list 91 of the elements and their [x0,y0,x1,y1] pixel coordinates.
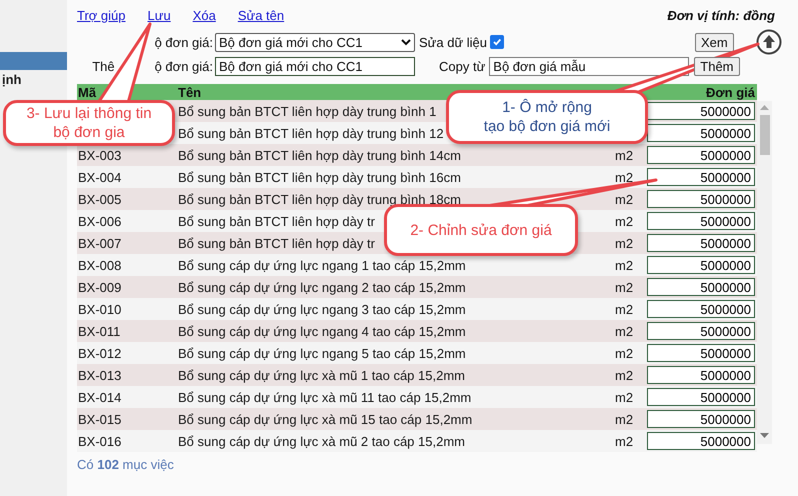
table-cell: Bổ sung cáp dự ứng lực ngang 3 tao cáp 15,2mm [177,302,466,316]
table-cell: Bổ sung bản BTCT liên hợp dày tr [177,236,375,250]
arrow-up-circle-icon[interactable] [756,29,782,55]
table-cell-text: m2 [614,148,634,162]
price-input[interactable]: 5000000 [647,366,755,384]
table-cell-text: m2 [614,170,634,184]
item-count: Có 102 mục việc [77,457,175,472]
table-cell: Bổ sung bản BTCT liên hợp dày trung bình 14cm [177,148,461,162]
toolbar-link[interactable]: Trợ giúp [77,8,126,22]
price-input[interactable]: 5000000 [647,212,755,230]
table-cell: BX-009 [77,280,122,294]
toolbar-link[interactable]: Sửa tên [238,8,284,22]
table-cell: Bổ sung cáp dự ứng lực xà mũ 1 tao cáp 15,2mm [177,368,465,382]
table-cell-text: m2 [614,192,634,206]
table-cell-text: m2 [614,214,634,228]
table-cell: BX-016 [77,434,122,448]
table-cell: Bổ sung bản BTCT liên hợp dày tr [177,214,375,228]
scroll-down-icon[interactable] [760,433,769,438]
callout: 2- Chỉnh sửa đơn giá [384,204,578,256]
table-cell-text: m2 [614,412,634,426]
table-cell: BX-015 [77,412,122,426]
price-input[interactable]: 5000000 [647,432,755,450]
callout: 3- Lưu lại thông tin bộ đơn gia [3,100,175,146]
table-cell: Bổ sung cáp dự ứng lực xà mũ 11 tao cáp 15,2mm [177,390,472,404]
price-input[interactable]: 5000000 [647,190,755,208]
price-input[interactable]: 5000000 [647,278,755,296]
table-cell: Bổ sung bản BTCT liên hợp dày trung bình 1 [177,104,436,118]
table-cell-text: m2 [614,258,634,272]
copy-from-input[interactable]: Bộ đơn giá mẫu [489,56,690,76]
field-label: Copy từ [439,58,486,74]
price-input[interactable]: 5000000 [647,146,755,164]
view-button[interactable]: Xem [695,32,734,52]
checkbox-label: Sửa dữ liệu [419,34,487,50]
table-cell-text: m2 [614,280,634,294]
table-cell: BX-007 [77,236,122,250]
table-cell: Bổ sung bản BTCT liên hợp dày trung bình 18cm [177,192,461,206]
price-input[interactable]: 5000000 [647,234,755,252]
toolbar-link[interactable]: Xóa [192,8,216,22]
price-input[interactable]: 5000000 [647,256,755,274]
price-set-select[interactable]: Bộ đơn giá mới cho CC1 [215,32,415,52]
table-cell: Bổ sung cáp dự ứng lực ngang 2 tao cáp 15,2mm [177,280,466,294]
table-cell: BX-012 [77,346,122,360]
price-input[interactable]: 5000000 [647,322,755,340]
table-cell: BX-004 [77,170,122,184]
table-cell-text: m2 [614,324,634,338]
new-set-input[interactable]: Bộ đơn giá mới cho CC1 [215,56,415,76]
column-header: Mã [77,84,96,100]
toolbar-link[interactable]: Lưu [148,8,171,22]
table-cell: BX-003 [77,148,122,162]
price-input[interactable]: 5000000 [647,344,755,362]
table-cell-text: m2 [614,390,634,404]
price-input[interactable]: 5000000 [647,300,755,318]
table-cell: BX-013 [77,368,122,382]
table-cell-text: m2 [614,236,634,250]
table-cell-text: m2 [614,368,634,382]
checkmark-icon [492,37,502,47]
callout: 1- Ô mở rộng tạo bộ đơn giá mới [446,90,648,144]
table-cell: Bổ sung bản BTCT liên hợp dày trung bình 16cm [177,170,461,184]
chevron-down-icon [401,38,411,46]
unit-note: Đơn vị tính: đồng [667,8,775,22]
table-cell: Bổ sung cáp dự ứng lực ngang 4 tao cáp 15,2mm [177,324,466,338]
price-input[interactable]: 5000000 [647,124,755,142]
table-cell: Bổ sung cáp dự ứng lực ngang 5 tao cáp 15,2mm [177,346,466,360]
table-cell: BX-005 [77,192,122,206]
field-label: ộ đơn giá: [154,34,213,50]
table-cell: BX-006 [77,214,122,228]
edit-checkbox[interactable] [490,35,504,49]
scrollbar[interactable] [757,101,772,444]
price-input[interactable]: 5000000 [647,388,755,406]
add-button[interactable]: Thêm [694,56,740,76]
table-cell: BX-014 [77,390,122,404]
price-input[interactable]: 5000000 [647,168,755,186]
table-cell: BX-008 [77,258,122,272]
table-cell: Bổ sung bản BTCT liên hợp dày trung bình 12 [177,126,444,140]
scroll-up-icon[interactable] [760,105,769,110]
field-label: ộ đơn giá: [154,58,213,74]
table-cell: BX-011 [77,324,120,338]
table-cell-text: m2 [614,302,634,316]
table-cell: Bổ sung cáp dự ứng lực xà mũ 15 tao cáp 15,2mm [177,412,472,426]
field-label: Thê [92,58,115,74]
sidebar-item[interactable]: ịnh [0,72,67,87]
price-input[interactable]: 5000000 [647,410,755,428]
column-header: Tên [177,84,202,100]
scrollbar-thumb[interactable] [760,115,770,155]
price-input[interactable]: 5000000 [647,102,755,120]
table-cell-text: m2 [614,346,634,360]
table-cell: Bổ sung cáp dự ứng lực xà mũ 2 tao cáp 15,2mm [177,434,465,448]
table-cell: BX-010 [77,302,122,316]
column-header: Đơn giá [705,84,756,100]
table-cell: Bổ sung cáp dự ứng lực ngang 1 tao cáp 15,2mm [177,258,466,272]
table-cell-text: m2 [614,434,634,448]
